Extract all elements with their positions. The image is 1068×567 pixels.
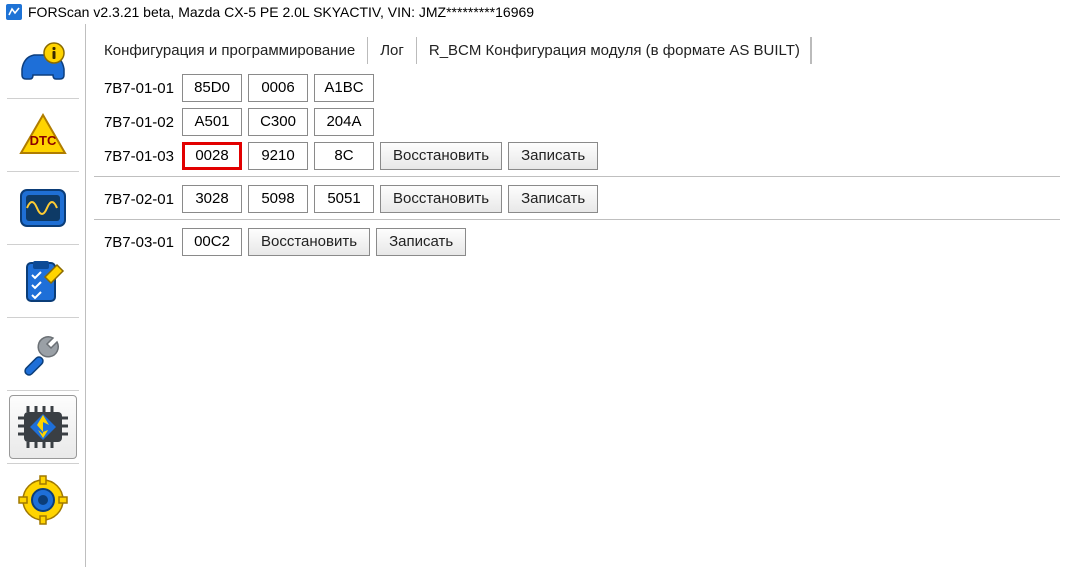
data-row: 7B7-03-01 00C2ВосстановитьЗаписать <box>94 228 1060 256</box>
restore-button[interactable]: Восстановить <box>380 142 502 170</box>
data-cell[interactable]: 9210 <box>248 142 308 170</box>
data-cell[interactable]: 204A <box>314 108 374 136</box>
row-address: 7B7-01-02 <box>94 114 176 131</box>
data-cell[interactable]: 0028 <box>182 142 242 170</box>
data-row: 7B7-01-02 A501C300204A <box>94 108 1060 136</box>
svg-text:DTC: DTC <box>29 133 56 148</box>
sidebar-programming[interactable] <box>9 395 77 459</box>
app-icon <box>6 4 22 20</box>
restore-button[interactable]: Восстановить <box>248 228 370 256</box>
sidebar-separator <box>7 244 79 245</box>
row-address: 7B7-01-03 <box>94 148 176 165</box>
sidebar-service[interactable] <box>9 322 77 386</box>
data-row: 7B7-01-01 85D00006A1BC <box>94 74 1060 102</box>
data-cell[interactable]: 00C2 <box>182 228 242 256</box>
write-button[interactable]: Записать <box>376 228 466 256</box>
data-cell[interactable]: A1BC <box>314 74 374 102</box>
write-button[interactable]: Записать <box>508 185 598 213</box>
data-cell[interactable]: 5098 <box>248 185 308 213</box>
sidebar-vehicle-info[interactable] <box>9 30 77 94</box>
sidebar: DTC <box>0 24 86 567</box>
sidebar-separator <box>7 171 79 172</box>
sidebar-separator <box>7 98 79 99</box>
data-row: 7B7-02-01 302850985051ВосстановитьЗаписат… <box>94 185 1060 213</box>
data-cell[interactable]: 3028 <box>182 185 242 213</box>
tab-bar: Конфигурация и программирование Лог R_BC… <box>86 24 1068 64</box>
tab-module[interactable]: R_BCM Конфигурация модуля (в формате AS … <box>417 37 812 64</box>
window-title: FORScan v2.3.21 beta, Mazda CX-5 PE 2.0L… <box>28 4 534 20</box>
write-button[interactable]: Записать <box>508 142 598 170</box>
row-address: 7B7-02-01 <box>94 191 176 208</box>
data-area: 7B7-01-01 85D00006A1BC 7B7-01-02 A501C30020… <box>86 64 1068 272</box>
sidebar-separator <box>7 463 79 464</box>
data-row: 7B7-01-03 002892108CВосстановитьЗаписать <box>94 142 1060 170</box>
sidebar-separator <box>7 390 79 391</box>
restore-button[interactable]: Восстановить <box>380 185 502 213</box>
tab-log[interactable]: Лог <box>368 37 417 64</box>
data-cell[interactable]: C300 <box>248 108 308 136</box>
content-pane: Конфигурация и программирование Лог R_BC… <box>86 24 1068 567</box>
sidebar-dtc[interactable]: DTC <box>9 103 77 167</box>
row-separator <box>94 219 1060 220</box>
row-address: 7B7-03-01 <box>94 234 176 251</box>
data-cell[interactable]: 0006 <box>248 74 308 102</box>
sidebar-separator <box>7 317 79 318</box>
sidebar-tests[interactable] <box>9 249 77 313</box>
sidebar-oscilloscope[interactable] <box>9 176 77 240</box>
title-bar: FORScan v2.3.21 beta, Mazda CX-5 PE 2.0L… <box>0 0 1068 24</box>
row-address: 7B7-01-01 <box>94 80 176 97</box>
data-cell[interactable]: 85D0 <box>182 74 242 102</box>
data-cell[interactable]: A501 <box>182 108 242 136</box>
main-area: DTC <box>0 24 1068 567</box>
tab-config[interactable]: Конфигурация и программирование <box>92 37 368 64</box>
row-separator <box>94 176 1060 177</box>
sidebar-settings[interactable] <box>9 468 77 532</box>
data-cell[interactable]: 8C <box>314 142 374 170</box>
data-cell[interactable]: 5051 <box>314 185 374 213</box>
